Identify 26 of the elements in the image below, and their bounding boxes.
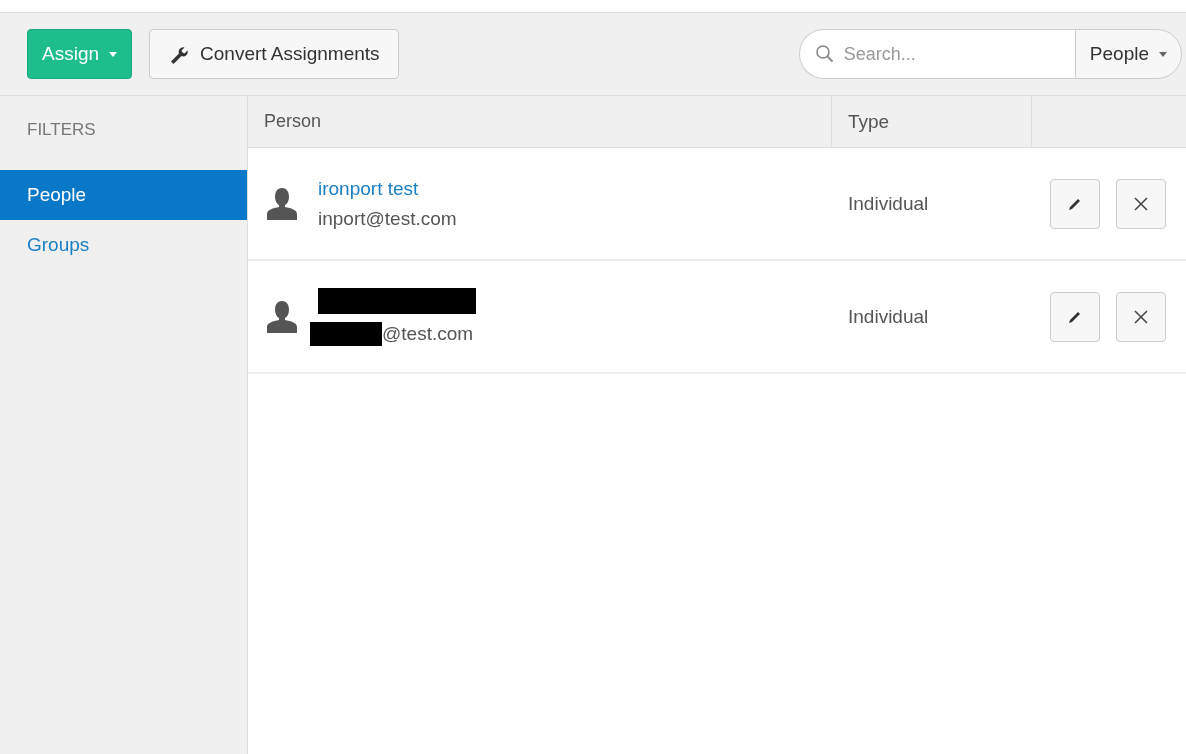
caret-icon xyxy=(1159,51,1167,57)
search-icon xyxy=(814,44,835,64)
person-email: @test.com xyxy=(382,322,474,345)
column-header: Type xyxy=(832,96,1032,147)
wrench-icon xyxy=(168,44,189,64)
person-icon xyxy=(264,298,300,335)
person-email: inport@test.com xyxy=(318,207,457,230)
person-icon xyxy=(264,185,300,222)
person-name-link[interactable]: ironport test xyxy=(318,177,457,200)
type-cell: Individual xyxy=(848,305,929,328)
filter-item[interactable]: Groups xyxy=(0,220,247,270)
close-icon xyxy=(1134,309,1148,324)
filter-item[interactable]: People xyxy=(0,170,247,220)
caret-icon xyxy=(109,51,118,57)
edit-button[interactable] xyxy=(1050,178,1100,229)
type-cell: Individual xyxy=(848,192,929,215)
search-field[interactable]: Search... xyxy=(798,29,1075,79)
convert-assignments-button[interactable]: Convert Assignments xyxy=(149,29,399,79)
assign-button[interactable]: Assign xyxy=(27,29,133,79)
scope-dropdown[interactable]: People xyxy=(1074,29,1182,79)
close-icon xyxy=(1134,196,1148,211)
filters-heading: FILTERS xyxy=(26,120,97,141)
edit-button[interactable] xyxy=(1050,291,1100,342)
column-header: Person xyxy=(248,96,832,147)
delete-button[interactable] xyxy=(1116,178,1166,229)
delete-button[interactable] xyxy=(1116,291,1166,342)
